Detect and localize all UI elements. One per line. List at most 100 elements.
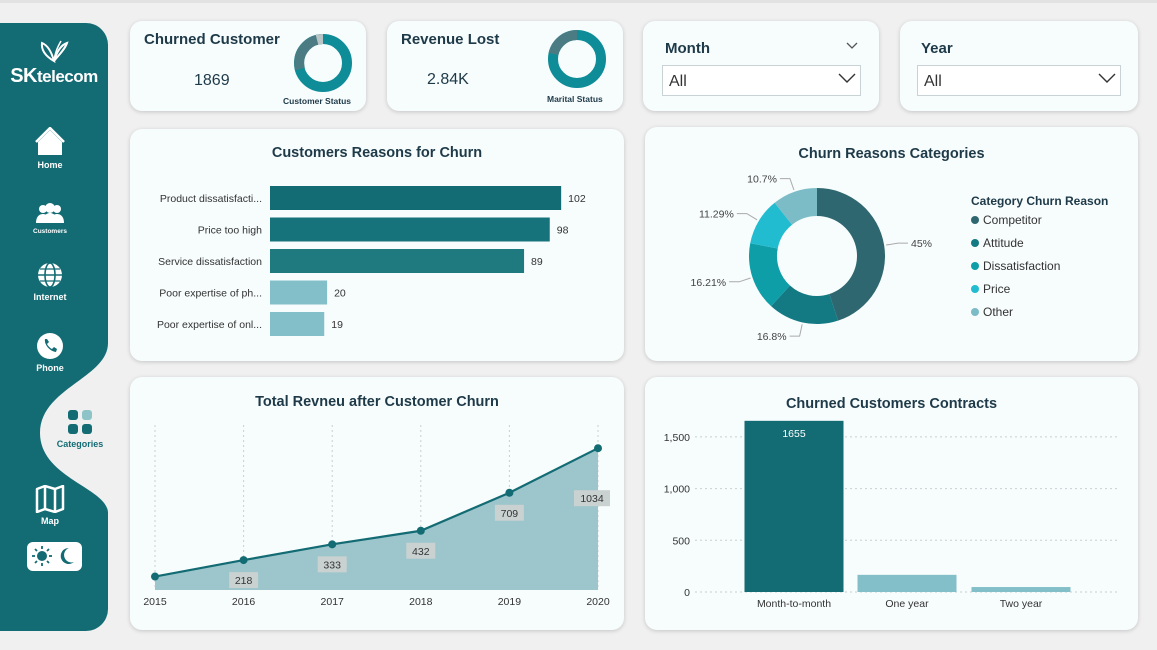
kpi-title-churned: Churned Customer [144, 31, 280, 48]
bar-value-3: 20 [334, 288, 346, 300]
chevron-down-icon [838, 73, 856, 83]
area-point-3 [416, 526, 425, 535]
chevron-down-icon [1098, 73, 1116, 83]
data-label-3: 432 [412, 546, 430, 558]
slicer-label-year: Year [921, 40, 953, 57]
kpi-card-churned: Churned Customer 1869 Customer Status [130, 21, 366, 111]
donut-leader-1 [789, 324, 803, 337]
nav-item-home[interactable]: Home [0, 127, 100, 170]
donut-label-3: 11.29% [699, 209, 734, 221]
nav-label-home: Home [37, 160, 63, 170]
bar-label-2: Service dissatisfaction [158, 256, 262, 268]
donut-leader-2 [729, 277, 751, 283]
contract-label-2: Two year [1000, 598, 1043, 610]
legend-item-other[interactable]: Other [971, 305, 1013, 319]
bar-value-2: 89 [531, 256, 543, 268]
data-label-2: 333 [323, 559, 341, 571]
legend-item-attitude[interactable]: Attitude [971, 236, 1024, 250]
chevron-down-icon[interactable] [846, 42, 858, 50]
nav-label-map: Map [41, 516, 59, 526]
x-tick-5: 2020 [586, 596, 610, 608]
top-divider [0, 0, 1157, 3]
contract-bar-0 [744, 420, 844, 592]
legend-item-dissatisfaction[interactable]: Dissatisfaction [971, 259, 1060, 273]
data-label-4: 709 [501, 508, 519, 520]
donut-leader-0 [886, 242, 908, 246]
nav-label-phone: Phone [36, 363, 64, 373]
bar-reason-3 [270, 280, 328, 305]
bar-value-1: 98 [557, 225, 569, 237]
contract-bar-1 [857, 574, 957, 592]
bar-label-0: Product dissatisfacti... [160, 193, 262, 205]
area-fill [155, 448, 598, 590]
revenue-card: Total Revneu after Customer Churn 2015 21… [130, 377, 624, 630]
bar-value-0: 102 [568, 193, 586, 205]
month-dropdown[interactable]: All [662, 65, 861, 96]
legend-item-price[interactable]: Price [971, 282, 1010, 296]
bar-value-4: 19 [331, 319, 343, 331]
sidebar: SKtelecom Home Customers Internet Phone … [0, 23, 108, 631]
theme-toggle[interactable] [27, 542, 82, 571]
marital-status-donut [548, 29, 606, 88]
bar-label-4: Poor expertise of onl... [157, 319, 262, 331]
area-point-1 [239, 556, 248, 565]
kpi-title-revenue: Revenue Lost [401, 31, 500, 48]
bar-reason-4 [270, 312, 325, 336]
kpi-value-churned: 1869 [194, 72, 230, 89]
contract-label-1: One year [885, 598, 929, 610]
sk-telecom-logo: SKtelecom [0, 39, 108, 95]
data-label-5: 1034 [580, 493, 604, 505]
nav-item-categories[interactable]: Categories [30, 408, 130, 449]
nav-item-internet[interactable]: Internet [0, 261, 100, 302]
nav-label-customers: Customers [33, 228, 67, 235]
kpi-value-revenue: 2.84K [427, 71, 469, 88]
donut-leader-4 [779, 178, 795, 191]
sun-moon-icon [32, 546, 74, 566]
revenue-area-chart: 2015 218 2016 333 2017 432 2018 709 2019 1034 2020 [143, 425, 610, 608]
slicer-card-year: Year All [900, 21, 1138, 111]
sidebar-active-wave [40, 343, 108, 513]
x-tick-3: 2018 [409, 596, 433, 608]
nav-item-customers[interactable]: Customers [0, 203, 100, 235]
contracts-bar-chart: 0 500 1,000 1,500 1655 Month-to-month One year… [664, 420, 1120, 610]
nav-item-map[interactable]: Map [0, 485, 100, 526]
y-tick-0: 0 [684, 587, 690, 599]
donut-label-0: 45% [911, 238, 932, 250]
legend-title: Category Churn Reason [971, 194, 1109, 208]
year-dropdown-value: All [924, 73, 942, 90]
area-point-2 [328, 540, 337, 549]
slicer-label-month: Month [665, 40, 710, 57]
slicer-card-month: Month All [643, 21, 879, 111]
phone-icon [37, 333, 63, 359]
contract-bar-2 [971, 587, 1071, 592]
kpi-card-revenue: Revenue Lost 2.84K Marital Status [387, 21, 623, 111]
bar-reason-0 [270, 186, 562, 210]
nav-label-internet: Internet [33, 292, 67, 302]
reasons-churn-chart: Product dissatisfacti... 102 Price too hig… [157, 186, 586, 336]
marital-status-label: Marital Status [547, 94, 603, 104]
donut-label-4: 10.7% [747, 174, 777, 186]
donut-label-1: 16.8% [757, 331, 787, 343]
area-point-5 [594, 444, 602, 453]
home-icon [35, 127, 65, 155]
contracts-card: Churned Customers Contracts 0 500 1,000 1,5… [645, 377, 1138, 630]
year-dropdown[interactable]: All [917, 65, 1121, 96]
contract-value-0: 1655 [782, 428, 806, 440]
nav-label-categories: Categories [56, 439, 104, 449]
globe-icon [38, 262, 62, 288]
x-tick-2: 2017 [321, 596, 345, 608]
bar-label-1: Price too high [198, 225, 262, 237]
area-point-4 [505, 488, 514, 497]
bar-reason-2 [270, 249, 525, 273]
nav-item-phone[interactable]: Phone [0, 332, 100, 373]
month-dropdown-value: All [669, 73, 687, 90]
legend-item-competitor[interactable]: Competitor [971, 213, 1042, 227]
donut-leader-3 [736, 213, 758, 221]
categories-card: Churn Reasons Categories 45% 16.8% 16.21% 1… [645, 127, 1138, 361]
x-tick-1: 2016 [232, 596, 256, 608]
data-label-1: 218 [235, 575, 253, 587]
butterfly-logo-icon [40, 40, 69, 64]
customer-status-label: Customer Status [283, 96, 352, 106]
customers-icon [36, 203, 64, 223]
bar-label-3: Poor expertise of ph... [159, 288, 262, 300]
